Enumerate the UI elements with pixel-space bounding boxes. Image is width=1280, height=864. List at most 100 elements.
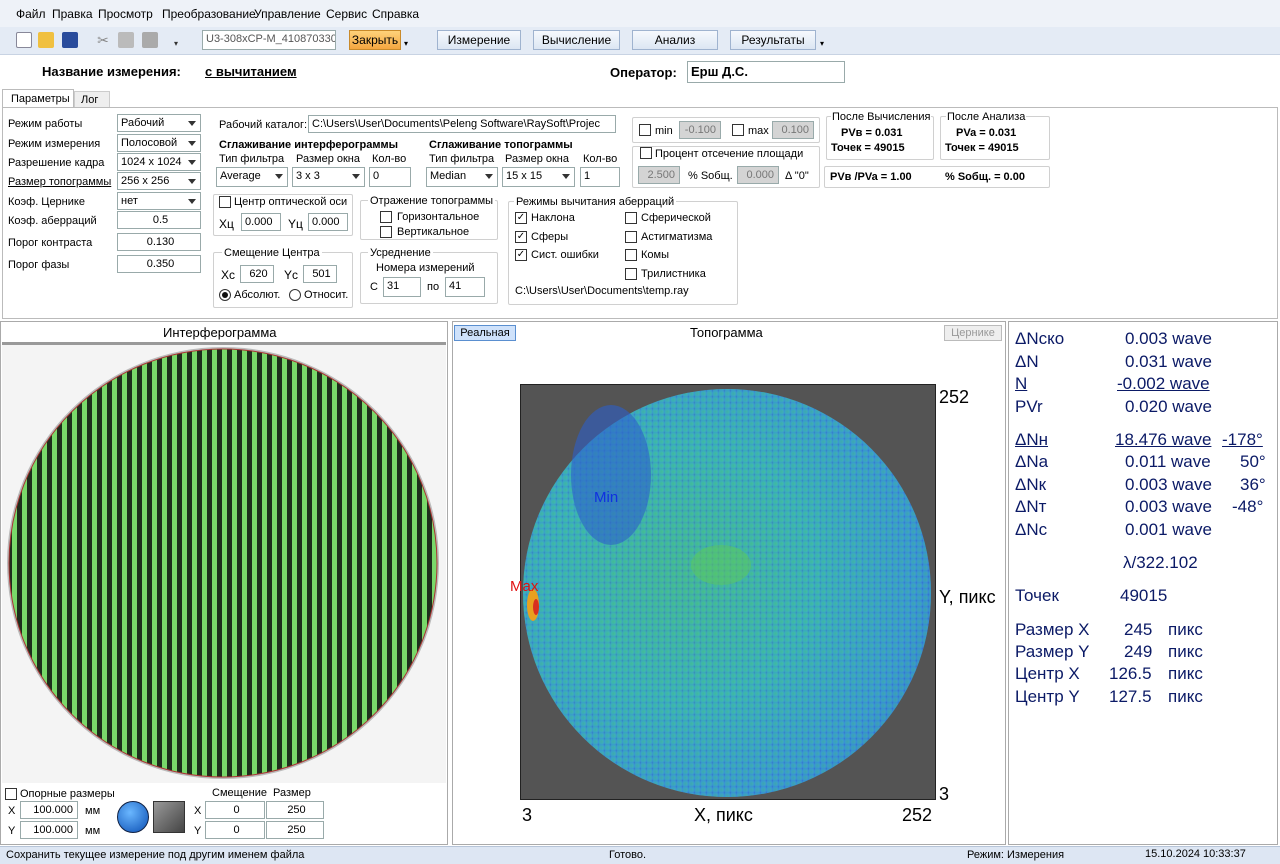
work-mode-select[interactable]: Рабочий <box>117 114 201 132</box>
result-label: ΔN <box>1015 352 1039 371</box>
int-count-field[interactable]: 0 <box>369 167 411 187</box>
save-icon[interactable] <box>62 32 78 48</box>
param-label: Режим измерения <box>8 138 101 150</box>
toolbar-overflow-icon[interactable]: ▾ <box>404 39 412 48</box>
menu-file[interactable]: Файл <box>16 7 46 21</box>
aberration-coef-field[interactable]: 0.5 <box>117 211 201 229</box>
points-analysis: Точек = 49015 <box>945 142 1019 154</box>
result-value[interactable]: 18.476 wave <box>1115 430 1211 450</box>
status-state: Готово. <box>609 849 647 861</box>
int-window-select[interactable]: 3 x 3 <box>292 167 365 187</box>
copy-icon[interactable] <box>118 32 134 48</box>
analysis-button[interactable]: Анализ <box>632 30 718 50</box>
size-x-field[interactable]: 250 <box>266 801 324 819</box>
averaging-title: Усреднение <box>368 247 433 259</box>
operator-field[interactable]: Ерш Д.С. <box>687 61 845 83</box>
size-y-field[interactable]: 250 <box>266 821 324 839</box>
resolution-select[interactable]: 1024 x 1024 <box>117 153 201 171</box>
sys-error-checkbox[interactable]: ✓ <box>515 249 527 261</box>
topogram-plot[interactable] <box>520 384 936 800</box>
y-axis-min: 3 <box>939 784 950 804</box>
toolbar-overflow-icon[interactable]: ▾ <box>820 39 828 48</box>
int-filter-select[interactable]: Average <box>216 167 288 187</box>
mm-label: мм <box>85 805 101 817</box>
interferogram-image[interactable] <box>2 342 446 783</box>
zernike-button[interactable]: Цернике <box>944 325 1002 341</box>
cut-value-field[interactable]: 2.500 <box>638 166 680 184</box>
menu-view[interactable]: Просмотр <box>98 7 153 21</box>
measure-button[interactable]: Измерение <box>437 30 521 50</box>
menu-service[interactable]: Сервис <box>326 7 367 21</box>
avg-from-field[interactable]: 31 <box>383 277 421 297</box>
sphere-checkbox[interactable]: ✓ <box>515 231 527 243</box>
absolute-radio[interactable] <box>219 289 231 301</box>
plane-view-icon[interactable] <box>153 801 185 833</box>
spherical-checkbox[interactable] <box>625 212 637 224</box>
vertical-checkbox[interactable] <box>380 226 392 238</box>
shift-x-field[interactable]: 0 <box>205 801 265 819</box>
horizontal-checkbox[interactable] <box>380 211 392 223</box>
max-field[interactable]: 0.100 <box>772 121 814 139</box>
topo-size-select[interactable]: 256 x 256 <box>117 172 201 190</box>
trefoil-checkbox[interactable] <box>625 268 637 280</box>
topo-filter-select[interactable]: Median <box>426 167 498 187</box>
min-checkbox[interactable] <box>639 124 651 136</box>
close-button[interactable]: Закрыть <box>349 30 401 50</box>
avg-to-field[interactable]: 41 <box>445 277 485 297</box>
toolbar: ✂ ▾ U3-308xCP-M_4108703305 Закрыть ▾ Изм… <box>0 27 1280 55</box>
menu-edit[interactable]: Правка <box>52 7 93 21</box>
topo-window-select[interactable]: 15 x 15 <box>502 167 575 187</box>
coma-checkbox[interactable] <box>625 249 637 261</box>
relative-radio[interactable] <box>289 289 301 301</box>
result-label[interactable]: ΔNн <box>1015 430 1048 450</box>
axis-xc-field[interactable]: 0.000 <box>241 213 281 231</box>
device-combo[interactable]: U3-308xCP-M_4108703305 <box>202 30 336 50</box>
menu-help[interactable]: Справка <box>372 7 419 21</box>
axis-yc-field[interactable]: 0.000 <box>308 213 348 231</box>
status-time: 10:33:37 <box>1203 848 1246 860</box>
astigmatism-checkbox[interactable] <box>625 231 637 243</box>
optical-axis-checkbox[interactable] <box>219 196 231 208</box>
menu-control[interactable]: Управление <box>254 7 321 21</box>
paste-icon[interactable] <box>142 32 158 48</box>
delta-value-field[interactable]: 0.000 <box>737 166 779 184</box>
topo-count-field[interactable]: 1 <box>580 167 620 187</box>
cut-checkbox[interactable] <box>640 147 652 159</box>
new-file-icon[interactable] <box>16 32 32 48</box>
shift-yc-field[interactable]: 501 <box>303 265 337 283</box>
measure-mode-select[interactable]: Полосовой <box>117 134 201 152</box>
toolbar-overflow-icon[interactable]: ▾ <box>174 39 182 48</box>
param-label: Порог фазы <box>8 259 70 271</box>
workdir-field[interactable]: C:\Users\User\Documents\Peleng Software\… <box>308 115 616 133</box>
real-view-button[interactable]: Реальная <box>454 325 516 341</box>
result-label[interactable]: N <box>1015 374 1027 394</box>
min-field[interactable]: -0.100 <box>679 121 721 139</box>
tab-log[interactable]: Лог <box>74 91 110 108</box>
calculate-button[interactable]: Вычисление <box>533 30 620 50</box>
ref-size-checkbox[interactable] <box>5 788 17 800</box>
optical-axis-label: Центр оптической оси <box>234 196 348 208</box>
contrast-threshold-field[interactable]: 0.130 <box>117 233 201 251</box>
pv-ratio: PVв /PVa = 1.00 <box>830 171 912 183</box>
phase-threshold-field[interactable]: 0.350 <box>117 255 201 273</box>
tab-parameters[interactable]: Параметры <box>2 89 74 108</box>
ref-x-field[interactable]: 100.000 <box>20 801 78 819</box>
shift-y-field[interactable]: 0 <box>205 821 265 839</box>
size-label: Центр Y <box>1015 687 1080 706</box>
result-value[interactable]: -0.002 wave <box>1117 374 1210 394</box>
menu-transform[interactable]: Преобразование <box>162 7 256 21</box>
results-button[interactable]: Результаты <box>730 30 816 50</box>
ref-y-field[interactable]: 100.000 <box>20 821 78 839</box>
measurement-name-value[interactable]: с вычитанием <box>205 64 297 79</box>
sphere-view-icon[interactable] <box>117 801 149 833</box>
y-axis-label: Y, пикс <box>939 587 996 607</box>
tilt-checkbox[interactable]: ✓ <box>515 212 527 224</box>
result-value: 0.003 wave <box>1125 497 1212 516</box>
zernike-select[interactable]: нет <box>117 192 201 210</box>
size-unit: пикс <box>1168 620 1203 639</box>
open-folder-icon[interactable] <box>38 32 54 48</box>
shift-xc-field[interactable]: 620 <box>240 265 274 283</box>
cut-icon[interactable]: ✂ <box>95 32 111 48</box>
max-checkbox[interactable] <box>732 124 744 136</box>
result-angle[interactable]: -178° <box>1222 430 1263 450</box>
